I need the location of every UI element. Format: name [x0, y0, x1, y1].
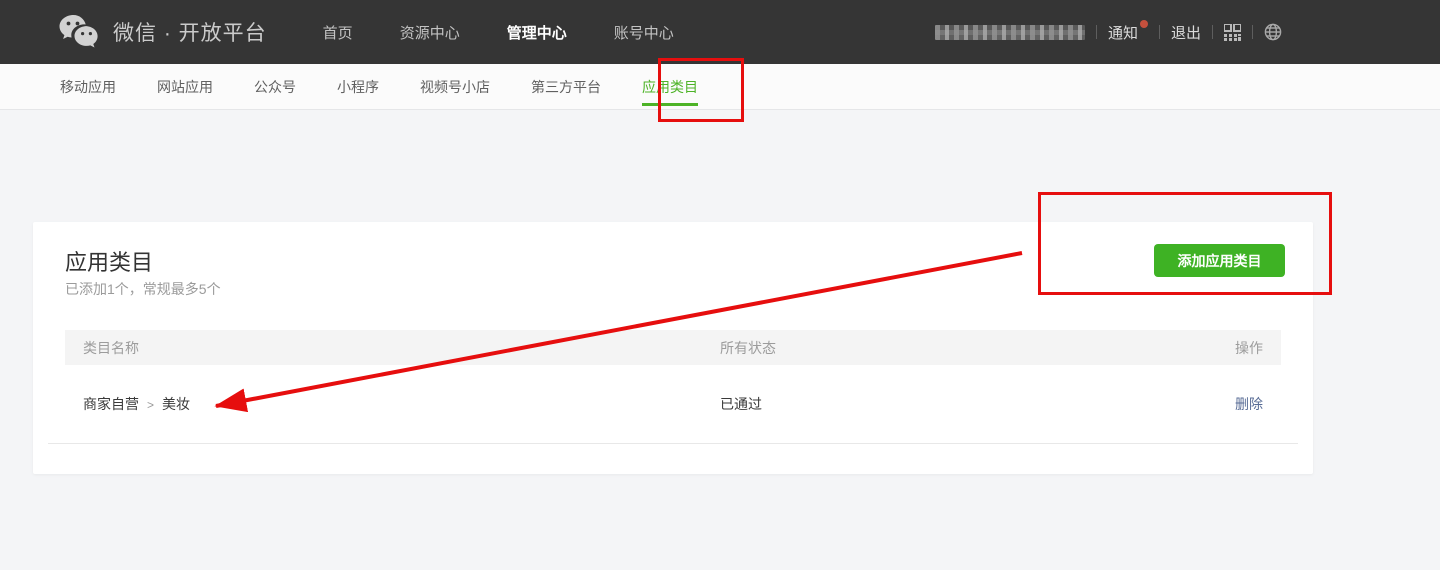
column-header-actions: 操作 — [1235, 338, 1263, 358]
add-category-button[interactable]: 添加应用类目 — [1154, 244, 1285, 277]
header-divider — [1159, 25, 1160, 39]
tab-website-app[interactable]: 网站应用 — [157, 64, 213, 109]
header-divider — [1212, 25, 1213, 39]
tab-app-category[interactable]: 应用类目 — [642, 64, 698, 109]
primary-nav: 首页 资源中心 管理中心 账号中心 — [323, 22, 674, 43]
nav-item-resources[interactable]: 资源中心 — [400, 22, 460, 43]
notification-dot — [1140, 20, 1148, 28]
header-right: 通知 退出 — [935, 22, 1282, 43]
tab-channels-shop[interactable]: 视频号小店 — [420, 64, 490, 109]
globe-icon[interactable] — [1264, 23, 1282, 41]
header-divider — [1096, 25, 1097, 39]
category-parent: 商家自营 — [83, 396, 139, 412]
category-path: 商家自营 > 美妆 — [83, 394, 720, 414]
brand: 微信 · 开放平台 — [58, 14, 267, 51]
notifications-label: 通知 — [1108, 22, 1138, 43]
tab-mini-program[interactable]: 小程序 — [337, 64, 379, 109]
card-title: 应用类目 — [65, 245, 153, 277]
row-divider — [48, 443, 1298, 444]
table-row: 商家自营 > 美妆 已通过 删除 — [65, 365, 1281, 443]
brand-title: 微信 · 开放平台 — [113, 17, 267, 47]
tab-official-account[interactable]: 公众号 — [254, 64, 296, 109]
nav-item-management-center[interactable]: 管理中心 — [507, 22, 567, 43]
table-header-row: 类目名称 所有状态 操作 — [65, 330, 1281, 365]
column-header-status: 所有状态 — [720, 338, 1235, 358]
app-category-card: 应用类目 已添加1个，常规最多5个 添加应用类目 类目名称 所有状态 操作 商家… — [33, 222, 1313, 474]
logout-link[interactable]: 退出 — [1171, 22, 1201, 43]
card-subtitle: 已添加1个，常规最多5个 — [65, 279, 221, 299]
header-divider — [1252, 25, 1253, 39]
qr-code-icon[interactable] — [1224, 24, 1241, 41]
column-header-category-name: 类目名称 — [83, 338, 720, 358]
delete-link[interactable]: 删除 — [1235, 394, 1263, 414]
breadcrumb-separator: > — [147, 398, 154, 412]
notifications-link[interactable]: 通知 — [1108, 22, 1148, 43]
nav-item-home[interactable]: 首页 — [323, 22, 353, 43]
app-type-tabbar: 移动应用 网站应用 公众号 小程序 视频号小店 第三方平台 应用类目 — [0, 64, 1440, 110]
account-name-blurred — [935, 25, 1085, 40]
wechat-logo-icon — [58, 14, 100, 51]
nav-item-account-center[interactable]: 账号中心 — [614, 22, 674, 43]
top-header: 微信 · 开放平台 首页 资源中心 管理中心 账号中心 通知 退出 — [0, 0, 1440, 64]
tab-mobile-app[interactable]: 移动应用 — [60, 64, 116, 109]
category-child: 美妆 — [162, 396, 190, 412]
tab-third-party-platform[interactable]: 第三方平台 — [531, 64, 601, 109]
status-text: 已通过 — [720, 394, 1235, 414]
active-tab-underline — [642, 103, 698, 106]
tab-app-category-label: 应用类目 — [642, 77, 698, 97]
